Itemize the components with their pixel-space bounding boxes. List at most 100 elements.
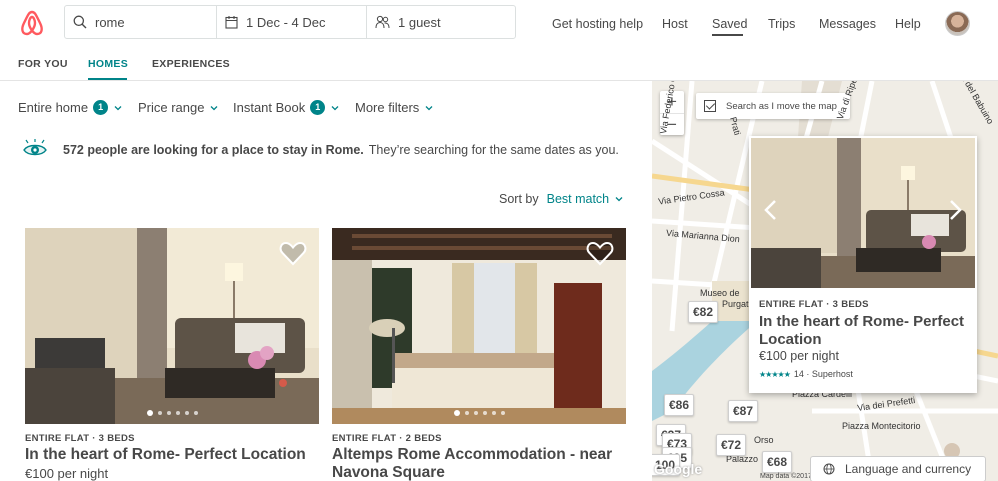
chevron-left-icon[interactable] xyxy=(761,198,781,222)
filter-more-label: More filters xyxy=(355,100,420,115)
language-currency-label: Language and currency xyxy=(845,462,972,476)
chevron-down-icon xyxy=(114,105,122,110)
search-as-move-checkbox[interactable] xyxy=(704,100,716,112)
listing-title[interactable]: Altemps Rome Accommodation - near Navona… xyxy=(332,446,626,481)
category-tabs: FOR YOU HOMES EXPERIENCES xyxy=(0,48,998,81)
chevron-down-icon xyxy=(615,197,623,202)
airbnb-logo-icon[interactable] xyxy=(19,9,45,37)
tab-for-you[interactable]: FOR YOU xyxy=(18,58,68,70)
nav-help[interactable]: Help xyxy=(895,17,921,31)
map-attribution: Map data ©2017 xyxy=(760,473,812,480)
photo-pagination xyxy=(25,410,319,416)
street-label: Museo de xyxy=(700,288,740,298)
filter-more[interactable]: More filters xyxy=(355,100,434,115)
pagination-dot[interactable] xyxy=(482,411,487,415)
google-logo: Google xyxy=(654,461,703,477)
search-as-move-label: Search as I move the map xyxy=(726,100,837,112)
pagination-dot[interactable] xyxy=(157,411,162,415)
pagination-dot[interactable] xyxy=(175,411,180,415)
nav-messages[interactable]: Messages xyxy=(819,17,876,31)
popup-price: €100 per night xyxy=(759,349,839,363)
popup-photo[interactable] xyxy=(751,138,975,288)
listing-card[interactable]: ENTIRE FLAT · 2 BEDS Altemps Rome Accomm… xyxy=(332,228,626,481)
chevron-down-icon xyxy=(331,105,339,110)
pagination-dot[interactable] xyxy=(491,411,496,415)
listing-meta: ENTIRE FLAT · 3 BEDS xyxy=(25,433,135,444)
listing-photo[interactable] xyxy=(332,228,626,424)
sort-label: Sort by xyxy=(499,192,539,206)
filter-price-range[interactable]: Price range xyxy=(138,100,219,115)
location-value: rome xyxy=(95,14,125,30)
pagination-dot[interactable] xyxy=(193,411,198,415)
street-label: Piazza Montecitorio xyxy=(842,421,921,431)
popup-title[interactable]: In the heart of Rome- Perfect Location xyxy=(759,313,971,349)
price-pin[interactable]: €68 xyxy=(762,451,793,473)
location-search-field[interactable]: rome xyxy=(65,6,216,38)
pagination-dot[interactable] xyxy=(473,411,478,415)
listing-card[interactable]: ENTIRE FLAT · 3 BEDS In the heart of Rom… xyxy=(25,228,319,481)
demand-notice: 572 people are looking for a place to st… xyxy=(63,143,619,157)
demand-notice-bold: 572 people are looking for a place to st… xyxy=(63,143,364,157)
nav-saved[interactable]: Saved xyxy=(712,17,747,31)
listing-price: €100 per night xyxy=(25,466,109,481)
chevron-down-icon xyxy=(425,105,433,110)
star-rating-icon: ★★★★★ xyxy=(759,369,791,379)
listing-popup[interactable]: ENTIRE FLAT · 3 BEDS In the heart of Rom… xyxy=(749,136,977,393)
guests-field[interactable]: 1 guest xyxy=(366,6,515,38)
pagination-dot[interactable] xyxy=(453,410,460,416)
photo-pagination xyxy=(332,410,626,416)
saved-underline xyxy=(712,34,743,36)
popup-rating-text: 14 · Superhost xyxy=(793,369,853,379)
chevron-down-icon xyxy=(211,105,218,110)
pagination-dot[interactable] xyxy=(166,411,171,415)
nav-host[interactable]: Host xyxy=(662,17,688,31)
search-as-move-toggle[interactable]: Search as I move the map xyxy=(696,93,850,119)
map[interactable]: + − Search as I move the map Via Federic… xyxy=(652,81,998,481)
sort-value: Best match xyxy=(546,192,610,206)
filter-instant-book[interactable]: Instant Book 1 xyxy=(233,100,340,115)
tab-homes[interactable]: HOMES xyxy=(88,58,128,70)
eye-icon xyxy=(23,139,47,156)
popup-rating: ★★★★★ 14 · Superhost xyxy=(759,369,853,379)
street-label: Orso xyxy=(754,435,774,445)
sort-control[interactable]: Sort by Best match xyxy=(499,192,624,206)
calendar-icon xyxy=(225,16,238,29)
dates-value: 1 Dec - 4 Dec xyxy=(246,14,326,30)
tab-active-underline xyxy=(88,78,127,80)
search-bar: rome 1 Dec - 4 Dec 1 guest xyxy=(64,5,516,39)
living-room-photo xyxy=(751,138,975,288)
pagination-dot[interactable] xyxy=(146,410,153,416)
search-icon xyxy=(73,15,87,29)
avatar[interactable] xyxy=(945,11,970,36)
listing-title[interactable]: In the heart of Rome- Perfect Location xyxy=(25,446,319,464)
popup-meta: ENTIRE FLAT · 3 BEDS xyxy=(759,299,869,310)
language-currency-button[interactable]: Language and currency xyxy=(810,456,986,481)
guests-value: 1 guest xyxy=(398,14,441,30)
filter-count-badge: 1 xyxy=(310,100,326,115)
price-pin[interactable]: €82 xyxy=(688,301,719,323)
pagination-dot[interactable] xyxy=(464,411,469,415)
price-pin[interactable]: €87 xyxy=(728,400,759,422)
price-pin[interactable]: €86 xyxy=(664,394,695,416)
living-room-photo xyxy=(25,228,319,424)
filter-price-range-label: Price range xyxy=(138,100,205,115)
filter-entire-home[interactable]: Entire home 1 xyxy=(18,100,123,115)
heart-icon[interactable] xyxy=(279,240,307,266)
pagination-dot[interactable] xyxy=(500,411,505,415)
demand-notice-sub: They’re searching for the same dates as … xyxy=(368,143,619,157)
chevron-right-icon[interactable] xyxy=(945,198,965,222)
guests-icon xyxy=(375,15,390,29)
price-pin[interactable]: €72 xyxy=(716,434,747,456)
listing-photo[interactable] xyxy=(25,228,319,424)
header: rome 1 Dec - 4 Dec 1 guest Get hosting h… xyxy=(0,0,998,48)
heart-icon[interactable] xyxy=(586,240,614,266)
filter-count-badge: 1 xyxy=(93,100,109,115)
tab-experiences[interactable]: EXPERIENCES xyxy=(152,58,230,70)
listing-meta: ENTIRE FLAT · 2 BEDS xyxy=(332,433,442,444)
pagination-dot[interactable] xyxy=(184,411,189,415)
nav-trips[interactable]: Trips xyxy=(768,17,795,31)
dates-field[interactable]: 1 Dec - 4 Dec xyxy=(216,6,366,38)
street-label: Purgat xyxy=(722,299,749,309)
bedroom-photo xyxy=(332,228,626,424)
nav-hosting-help[interactable]: Get hosting help xyxy=(552,17,643,31)
